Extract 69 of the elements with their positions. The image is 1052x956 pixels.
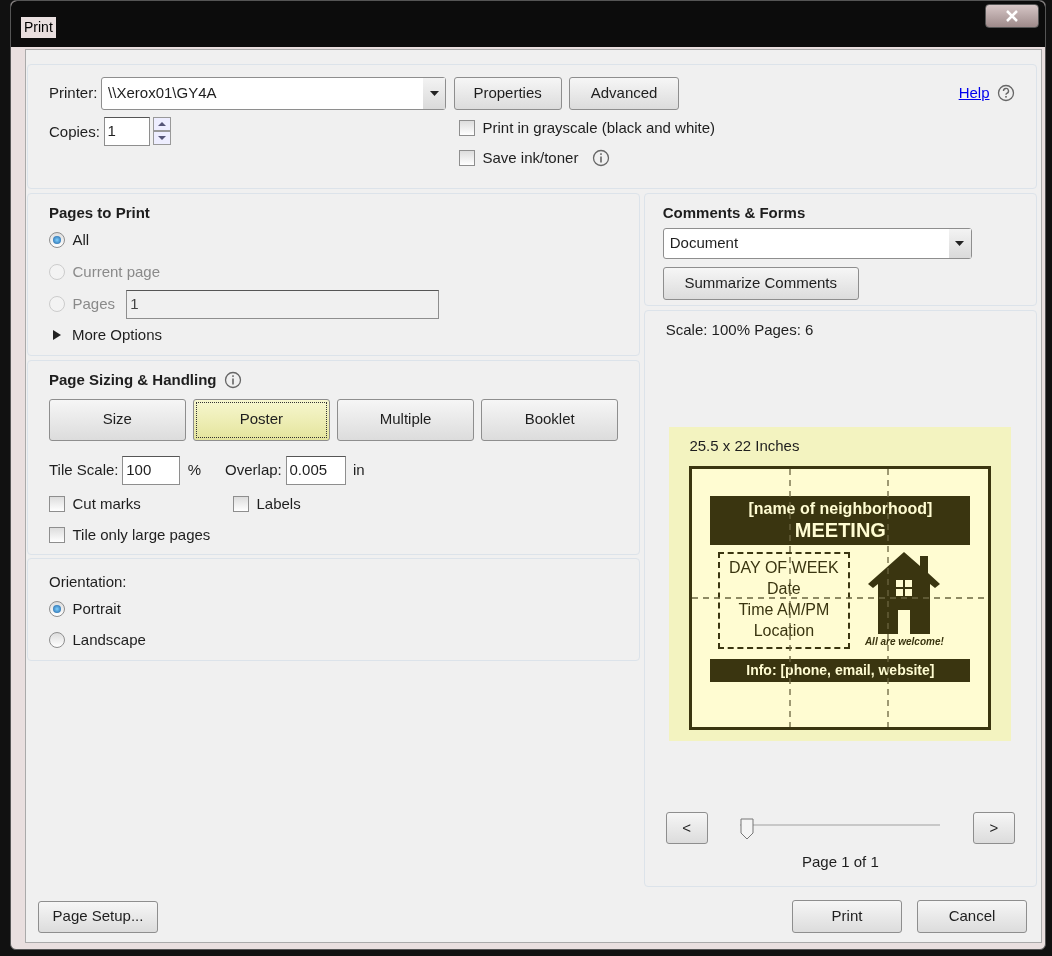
mode-button[interactable]: Booklet xyxy=(481,398,618,441)
caret-icon xyxy=(429,90,439,96)
checkbox[interactable] xyxy=(459,120,475,136)
radio-label: All xyxy=(72,230,90,250)
section-title: Page Sizing & Handling xyxy=(49,369,217,390)
page-slider[interactable] xyxy=(740,817,941,838)
checkbox-label: Cut marks xyxy=(72,493,141,514)
unit-label: in xyxy=(353,459,365,480)
cancel-button[interactable]: Cancel xyxy=(917,900,1027,933)
info-icon xyxy=(592,149,611,167)
mode-button[interactable]: Poster xyxy=(193,398,330,441)
dialog-button[interactable]: Page Setup... xyxy=(38,900,158,933)
section-title: Comments & Forms xyxy=(662,202,807,223)
poster-tagline: All are welcome! xyxy=(864,635,944,650)
printer-dropdown[interactable]: \\Xerox01\GY4A xyxy=(101,76,447,110)
poster-text: Time AM/PM xyxy=(737,599,831,620)
copies-field[interactable]: 1 xyxy=(103,116,150,146)
radio-button[interactable] xyxy=(49,632,65,649)
help-link[interactable]: Help xyxy=(958,81,990,105)
radio-button[interactable] xyxy=(49,232,65,249)
dialog-button[interactable]: Summarize Comments xyxy=(662,266,859,300)
number-field[interactable]: 0.005 xyxy=(285,455,346,485)
radio-label: Portrait xyxy=(72,599,121,619)
poster-text: Location xyxy=(752,620,816,641)
help-icon xyxy=(997,84,1015,102)
size-label: 25.5 x 22 Inches xyxy=(689,436,801,456)
section-title: Pages to Print xyxy=(49,202,151,223)
dialog-button[interactable]: Properties xyxy=(453,76,562,110)
checkbox-label: Tile only large pages xyxy=(72,524,211,545)
checkbox-label: Save ink/toner xyxy=(482,147,579,168)
radio-label: Landscape xyxy=(72,630,146,650)
checkbox[interactable] xyxy=(49,495,65,512)
field-label: Printer: xyxy=(49,82,98,103)
radio-label: Pages xyxy=(72,294,116,314)
preview-summary: Scale: 100% Pages: 6 xyxy=(665,319,815,340)
number-field[interactable]: 100 xyxy=(122,455,181,485)
checkbox-label: Print in grayscale (black and white) xyxy=(482,117,716,138)
poster-heading: [name of neighborhood] xyxy=(747,498,934,518)
field-label: Overlap: xyxy=(225,459,282,480)
previous-page-button[interactable]: < xyxy=(665,811,708,844)
checkbox-label: Labels xyxy=(256,493,301,514)
next-page-button[interactable]: > xyxy=(973,811,1015,844)
checkbox[interactable] xyxy=(233,495,249,512)
poster-heading: MEETING xyxy=(793,517,887,542)
info-icon xyxy=(224,370,242,389)
close-button[interactable] xyxy=(985,4,1039,28)
page-indicator: Page 1 of 1 xyxy=(801,852,880,873)
close-icon xyxy=(1006,10,1018,22)
disclosure-link[interactable]: More Options xyxy=(72,324,163,347)
caret-icon xyxy=(955,241,965,246)
checkbox[interactable] xyxy=(49,526,65,543)
unit-label: % xyxy=(187,459,202,480)
slider-thumb[interactable] xyxy=(740,817,755,840)
field-label: Tile Scale: xyxy=(49,459,119,480)
spinner-icon xyxy=(152,116,171,145)
mode-button[interactable]: Multiple xyxy=(337,398,474,441)
checkbox[interactable] xyxy=(459,150,475,166)
comments-dropdown[interactable]: Document xyxy=(662,228,972,259)
mode-button[interactable]: Size xyxy=(49,398,186,441)
poster-text: Date xyxy=(765,579,802,599)
print-button[interactable]: Print xyxy=(792,900,902,933)
section-title: Orientation: xyxy=(49,572,128,593)
dialog-button[interactable]: Advanced xyxy=(569,76,680,110)
radio-button[interactable] xyxy=(49,601,65,618)
poster-info-bar: Info: [phone, email, website] xyxy=(710,659,971,683)
radio-label: Current page xyxy=(72,262,161,282)
poster-text: DAY OF WEEK xyxy=(728,558,840,579)
window-title: Print xyxy=(21,17,56,38)
field-label: Copies: xyxy=(49,121,100,142)
